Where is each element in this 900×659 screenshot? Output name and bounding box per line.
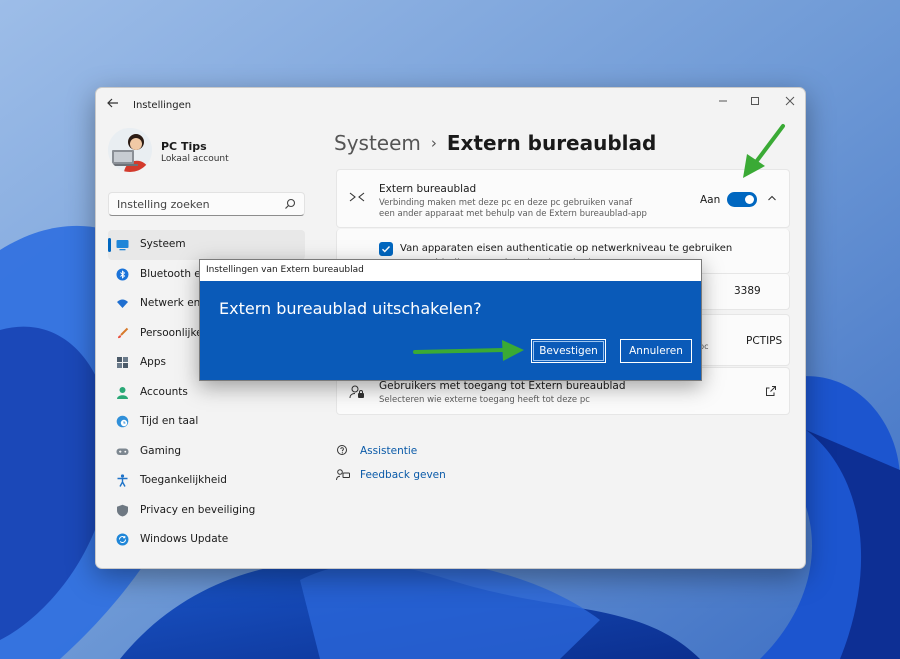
breadcrumb: Systeem › Extern bureaublad [334, 131, 656, 155]
dialog-message: Extern bureaublad uitschakelen? [219, 299, 482, 318]
remote-users-title: Gebruikers met toegang tot Extern bureau… [379, 380, 626, 392]
sidebar-item-systeem[interactable]: Systeem [108, 230, 305, 260]
sidebar-item-label: Gaming [140, 444, 182, 457]
dialog-title: Instellingen van Extern bureaublad [206, 265, 364, 275]
sidebar-item-label: Windows Update [140, 533, 229, 545]
sidebar-item-label: Toegankelijkheid [140, 474, 227, 486]
sidebar-item-label: Systeem [140, 238, 186, 250]
profile-name: PC Tips [161, 140, 207, 153]
breadcrumb-parent[interactable]: Systeem [334, 131, 421, 155]
sidebar-item-windows-update[interactable]: Windows Update [108, 525, 305, 555]
feedback-link-text: Feedback geven [360, 469, 446, 481]
remote-users-description: Selecteren wie externe toegang heeft tot… [379, 395, 590, 405]
account-type: Lokaal account [161, 154, 229, 164]
arrow-left-icon [107, 98, 118, 108]
remote-desktop-title: Extern bureaublad [379, 183, 477, 195]
cancel-button[interactable]: Annuleren [620, 339, 692, 363]
minimize-icon [719, 100, 727, 102]
globe-clock-icon [116, 415, 129, 428]
monitor-icon [116, 240, 129, 251]
back-button[interactable] [106, 96, 124, 114]
sidebar-item-label: Privacy en beveiliging [140, 503, 256, 516]
toggle-state-label: Aan [700, 194, 721, 206]
sidebar-item-tijd-en-taal[interactable]: Tijd en taal [108, 407, 305, 437]
minimize-button[interactable] [714, 94, 732, 112]
sidebar-item-accounts[interactable]: Accounts [108, 378, 305, 408]
brush-icon [118, 327, 129, 338]
maximize-button[interactable] [746, 94, 764, 112]
sidebar-item-label: Accounts [140, 385, 188, 398]
remote-desktop-description: Verbinding maken met deze pc en deze pc … [379, 198, 647, 219]
sidebar-item-privacy[interactable]: Privacy en beveiliging [108, 496, 305, 526]
remote-desktop-icon [349, 192, 365, 202]
app-title: Instellingen [133, 100, 192, 111]
annotation-arrow-toggle [743, 124, 785, 178]
shield-icon [117, 504, 128, 516]
search-placeholder: Instelling zoeken [117, 198, 210, 211]
users-lock-icon [349, 385, 364, 399]
bluetooth-icon [116, 268, 129, 280]
apps-icon [117, 357, 128, 368]
remote-desktop-card[interactable]: Extern bureaublad Verbinding maken met d… [336, 169, 790, 228]
confirm-button[interactable]: Bevestigen [531, 339, 606, 363]
title-bar: Instellingen [96, 88, 805, 122]
checkmark-icon [382, 246, 391, 253]
accessibility-icon [117, 474, 128, 487]
remote-desktop-toggle[interactable] [727, 192, 757, 207]
open-external-icon[interactable] [765, 385, 777, 397]
page-title: Extern bureaublad [446, 131, 657, 155]
feedback-icon [336, 469, 350, 481]
wifi-icon [117, 299, 128, 308]
dialog-body: Extern bureaublad uitschakelen? Bevestig… [200, 281, 701, 380]
person-icon [117, 386, 128, 399]
sidebar-item-label: Apps [140, 356, 166, 368]
chevron-up-icon[interactable] [766, 192, 778, 204]
close-button[interactable] [781, 94, 799, 112]
settings-search-input[interactable]: Instelling zoeken [108, 192, 305, 216]
update-icon [116, 533, 129, 546]
port-value: 3389 [734, 285, 761, 297]
gamepad-icon [116, 448, 129, 455]
sidebar-item-toegankelijkheid[interactable]: Toegankelijkheid [108, 466, 305, 496]
annotation-arrow-confirm [413, 340, 524, 361]
help-link-text: Assistentie [360, 445, 418, 457]
user-profile[interactable]: PC Tips Lokaal account [108, 128, 298, 174]
breadcrumb-separator: › [430, 134, 437, 152]
close-icon [785, 96, 795, 106]
help-chat-icon [337, 445, 347, 455]
toggle-knob [745, 195, 754, 204]
nla-checkbox[interactable] [379, 242, 393, 256]
maximize-icon [751, 97, 759, 105]
sidebar-item-label: Tijd en taal [140, 415, 199, 427]
search-icon [285, 198, 296, 209]
sidebar-item-gaming[interactable]: Gaming [108, 437, 305, 467]
pc-name-value: PCTIPS [746, 335, 783, 347]
dialog-title-bar: Instellingen van Extern bureaublad [200, 260, 701, 281]
avatar [108, 128, 152, 172]
